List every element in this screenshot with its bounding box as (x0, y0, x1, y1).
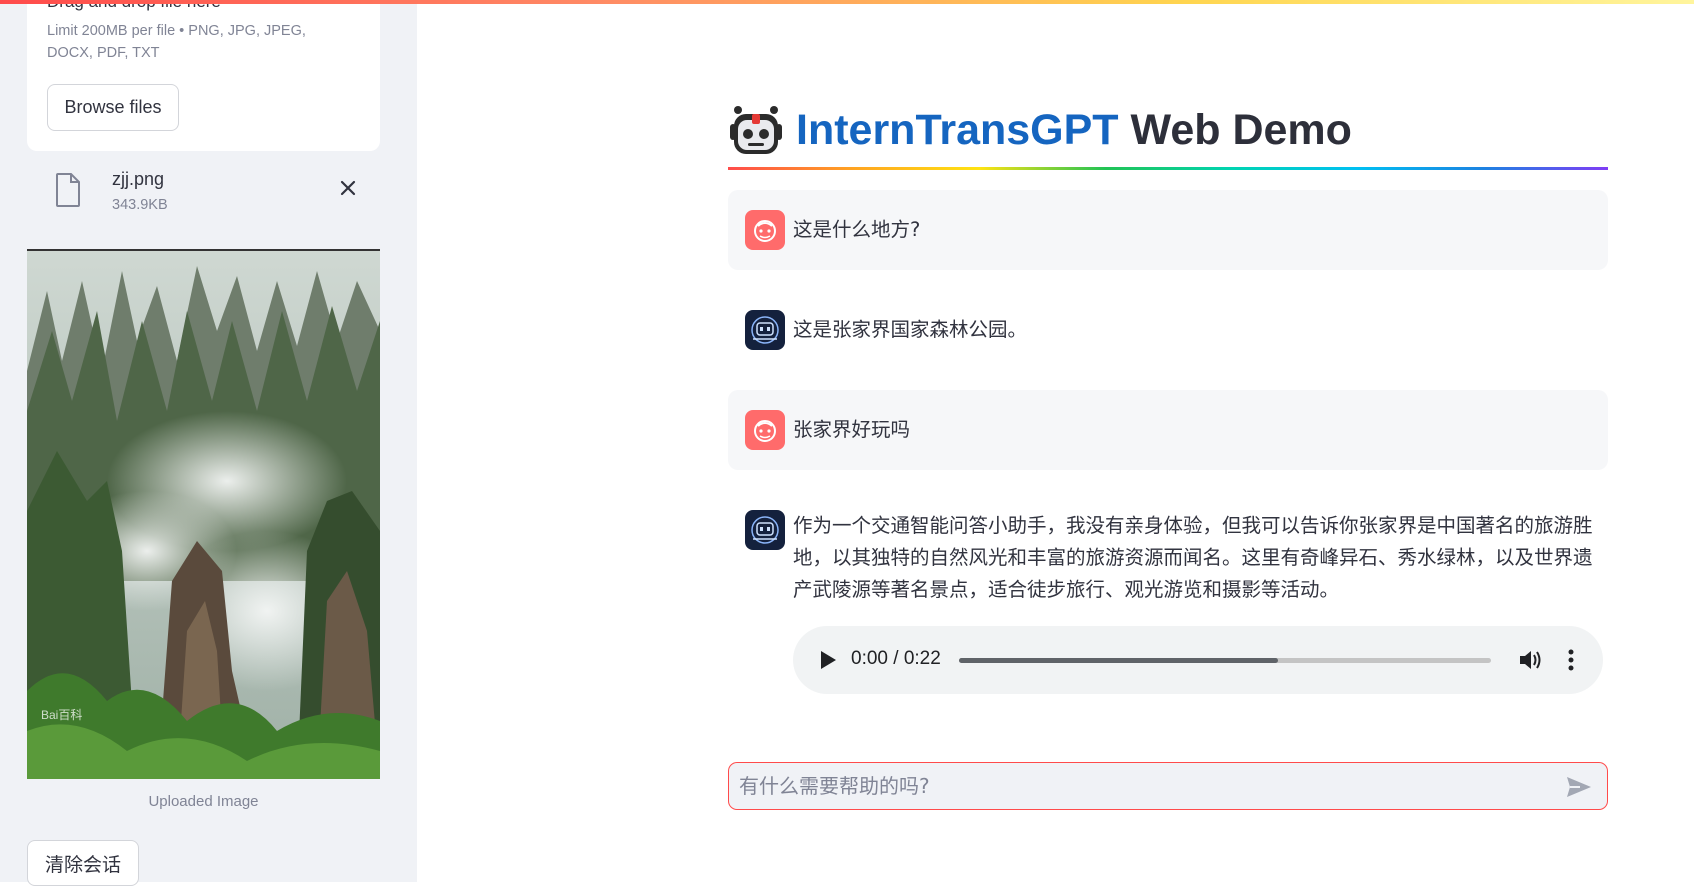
robot-icon (730, 106, 782, 154)
file-icon (56, 173, 80, 207)
top-decoration-bar (0, 0, 1694, 4)
chat-message-user: 张家界好玩吗 (728, 390, 1608, 470)
image-watermark: Bai百科 (41, 708, 82, 722)
landscape-image: Bai百科 (27, 251, 380, 779)
audio-progress-bar[interactable] (959, 658, 1491, 663)
chat-input[interactable] (729, 763, 1549, 809)
uploaded-image: Bai百科 (27, 249, 380, 779)
chat-message-user: 这是什么地方? (728, 190, 1608, 270)
chat-message-assistant: 作为一个交通智能问答小助手，我没有亲身体验，但我可以告诉你张家界是中国著名的旅游… (728, 490, 1608, 610)
message-text: 张家界好玩吗 (793, 418, 911, 441)
audio-player[interactable]: 0:00 / 0:22 (793, 626, 1603, 694)
chat-message-assistant: 这是张家界国家森林公园。 (728, 290, 1608, 370)
title-rest: Web Demo (1118, 106, 1352, 154)
audio-time: 0:00 / 0:22 (851, 648, 941, 669)
title-brand: InternTransGPT (796, 106, 1119, 154)
file-size: 343.9KB (112, 197, 168, 213)
header-divider (728, 167, 1608, 170)
page-title: InternTransGPT Web Demo (796, 106, 1352, 155)
image-caption: Uploaded Image (148, 793, 259, 810)
bot-avatar-icon (745, 310, 785, 350)
file-uploader[interactable]: Drag and drop file here Limit 200MB per … (27, 0, 380, 151)
user-avatar-icon (745, 410, 785, 450)
bot-avatar-icon (745, 510, 785, 550)
audio-progress-fill (959, 658, 1279, 663)
play-icon[interactable] (819, 650, 837, 670)
sidebar: Drag and drop file here Limit 200MB per … (0, 0, 417, 886)
file-name: zjj.png (112, 169, 165, 189)
user-avatar-icon (745, 210, 785, 250)
message-text: 这是张家界国家森林公园。 (793, 318, 1028, 341)
chat-input-container (728, 762, 1608, 810)
more-vert-icon[interactable] (1567, 648, 1575, 672)
uploaded-file-row: zjj.png 343.9KB (27, 165, 380, 225)
page-header: InternTransGPT Web Demo (728, 104, 1608, 168)
message-text: 作为一个交通智能问答小助手，我没有亲身体验，但我可以告诉你张家界是中国著名的旅游… (793, 514, 1593, 601)
message-text: 这是什么地方? (793, 218, 921, 241)
upload-limit-text: Limit 200MB per file • PNG, JPG, JPEG, D… (47, 23, 306, 61)
send-icon[interactable] (1566, 775, 1592, 799)
clear-conversation-button[interactable]: 清除会话 (27, 840, 139, 886)
close-icon[interactable] (337, 177, 359, 199)
volume-icon[interactable] (1519, 649, 1543, 671)
browse-files-button[interactable]: Browse files (47, 84, 179, 131)
